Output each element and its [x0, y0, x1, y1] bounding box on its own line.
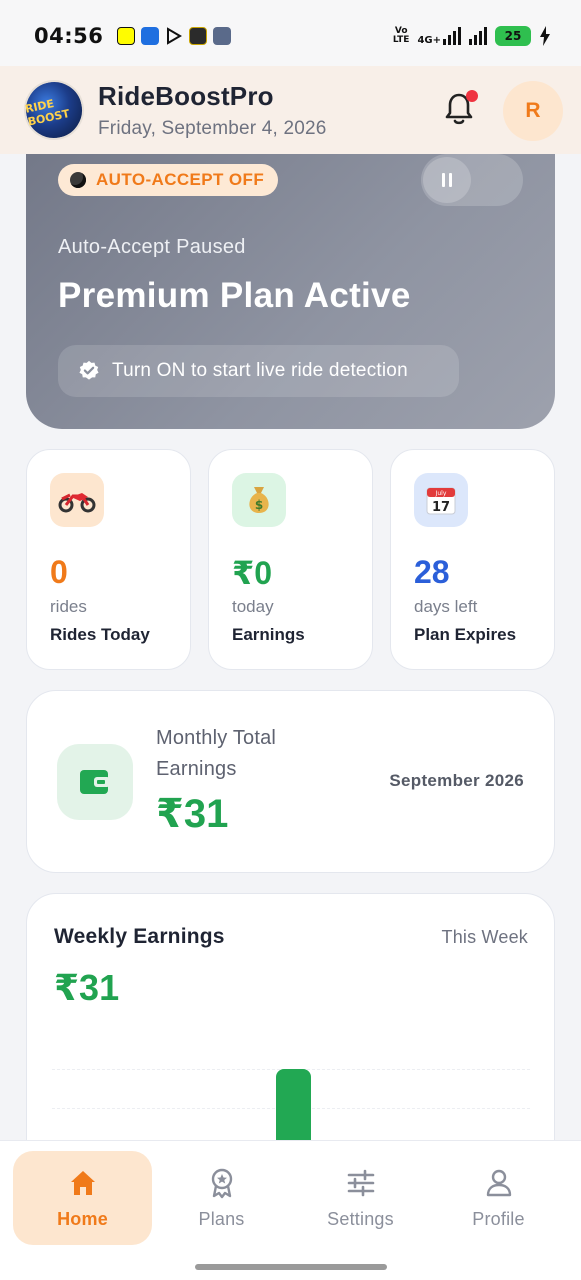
stat-label: Plan Expires [414, 625, 517, 644]
volte-indicator: Vo LTE [392, 26, 410, 45]
status-bar: 04:56 Vo LTE 4G+ 25 [0, 0, 581, 72]
game-app-icon [189, 27, 208, 45]
pause-icon [423, 157, 471, 203]
stat-unit: rides [50, 597, 87, 616]
monthly-period: September 2026 [389, 771, 524, 790]
photo-app-icon [213, 27, 232, 45]
app-title: RideBoostPro [98, 80, 274, 111]
stat-unit: days left [414, 597, 478, 616]
svg-text:17: 17 [432, 500, 450, 515]
monthly-title: Monthly Total Earnings [156, 727, 277, 780]
stat-value: ₹0 [232, 555, 273, 591]
notification-dot [466, 90, 478, 102]
play-store-icon [165, 27, 183, 45]
status-time: 04:56 [34, 24, 104, 48]
wallet-icon [57, 744, 133, 820]
nav-home[interactable]: Home [13, 1151, 152, 1245]
plans-badge-icon [211, 1168, 232, 1198]
header-date: Friday, September 4, 2026 [98, 117, 327, 139]
status-dot-icon [70, 172, 86, 188]
nav-plans[interactable]: Plans [152, 1151, 291, 1245]
stat-card-plan[interactable]: July 17 28 days left Plan Expires [390, 449, 555, 670]
auto-accept-status-badge: AUTO-ACCEPT OFF [58, 164, 279, 196]
hero-title: Premium Plan Active [58, 276, 411, 315]
money-bag-icon: $ [232, 473, 286, 527]
weekly-amount: ₹31 [54, 967, 120, 1008]
stat-card-rides[interactable]: 0 rides Rides Today [26, 449, 191, 670]
app-header: RIDE BOOST RideBoostPro Friday, Septembe… [0, 66, 581, 154]
signal-strength-icon [469, 27, 487, 45]
home-icon [70, 1170, 95, 1195]
weekly-title: Weekly Earnings [54, 925, 225, 948]
battery-indicator: 25 [495, 26, 531, 46]
snapchat-icon [117, 27, 136, 45]
hero-subtitle: Auto-Accept Paused [58, 236, 246, 258]
stat-label: Earnings [232, 625, 305, 644]
auto-accept-card: AUTO-ACCEPT OFF Auto-Accept Paused Premi… [26, 130, 555, 429]
cloud-app-icon [141, 27, 160, 45]
weekly-period[interactable]: This Week [442, 927, 529, 948]
stat-label: Rides Today [50, 625, 150, 644]
stat-card-earnings[interactable]: $ ₹0 today Earnings [208, 449, 373, 670]
notification-icons [117, 27, 232, 45]
monthly-earnings-card[interactable]: Monthly Total Earnings ₹31 September 202… [26, 690, 555, 873]
motorcycle-icon [50, 473, 104, 527]
auto-accept-toggle[interactable] [421, 154, 523, 206]
nav-profile[interactable]: Profile [429, 1151, 568, 1245]
verified-check-icon [79, 360, 99, 380]
calendar-icon: July 17 [414, 473, 468, 527]
hero-hint: Turn ON to start live ride detection [58, 345, 459, 397]
svg-text:$: $ [255, 498, 263, 512]
sliders-icon [347, 1169, 374, 1196]
app-logo: RIDE BOOST [18, 74, 90, 146]
svg-text:July: July [435, 490, 447, 497]
user-avatar[interactable]: R [503, 81, 563, 141]
person-icon [486, 1169, 511, 1196]
nav-settings[interactable]: Settings [291, 1151, 430, 1245]
charging-icon [540, 26, 550, 46]
home-indicator [195, 1264, 387, 1270]
stat-value: 0 [50, 554, 68, 590]
monthly-amount: ₹31 [156, 792, 229, 836]
bottom-navigation: Home Plans Settings Profile [0, 1140, 581, 1280]
mobile-signal-icon: 4G+ [417, 27, 461, 46]
stat-unit: today [232, 597, 274, 616]
stat-value: 28 [414, 554, 450, 590]
